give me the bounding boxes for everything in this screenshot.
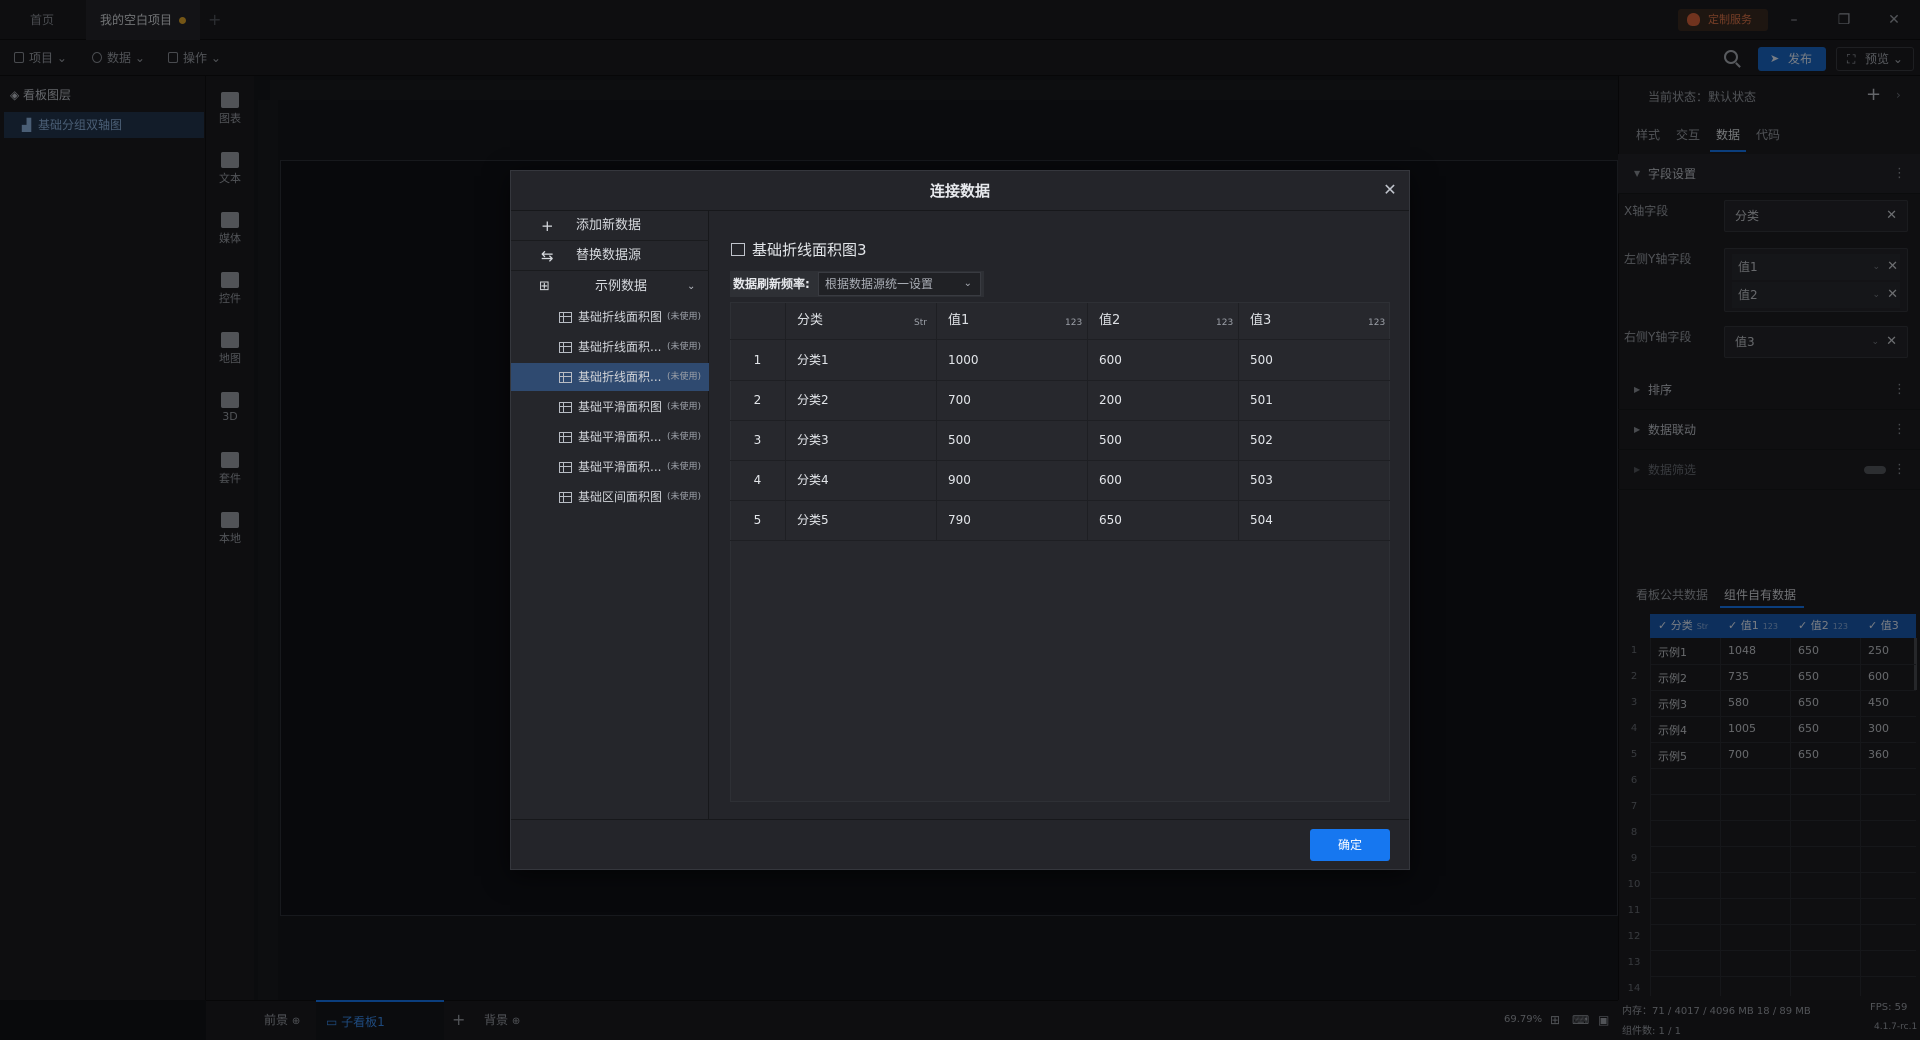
swap-icon: ⇆ <box>541 247 554 265</box>
modal-title: 连接数据 <box>929 182 990 200</box>
data-source-label: 基础折线面积图 <box>578 310 663 324</box>
usage-tag: (未使用) <box>667 312 702 322</box>
table-icon <box>559 372 572 383</box>
confirm-button[interactable]: 确定 <box>1310 829 1390 861</box>
add-data-button[interactable]: + 添加新数据 <box>511 211 709 241</box>
refresh-rate-select[interactable]: 根据数据源统一设置 ⌄ <box>818 272 981 296</box>
usage-tag: (未使用) <box>667 492 702 502</box>
grid-row-number: 3 <box>753 433 762 447</box>
grid-divider <box>730 460 1390 461</box>
grid-cell[interactable]: 500 <box>948 420 971 460</box>
replace-source-button[interactable]: ⇆ 替换数据源 <box>511 241 709 271</box>
data-grid[interactable] <box>730 302 1390 802</box>
group-label: 示例数据 <box>595 279 648 294</box>
grid-row-number: 1 <box>753 353 762 367</box>
grid-col-type: Str <box>914 318 927 328</box>
grid-col-type: 123 <box>1216 318 1234 328</box>
grid-cell[interactable]: 200 <box>1099 380 1122 420</box>
table-icon <box>559 402 572 413</box>
grid-row-number: 5 <box>753 513 762 527</box>
grid-cell[interactable]: 分类3 <box>797 420 829 460</box>
grid-divider <box>730 540 1390 541</box>
sample-data-group[interactable]: ⊞ 示例数据 ⌄ <box>511 272 709 302</box>
data-source-label: 基础平滑面积图 <box>578 400 663 414</box>
data-source-item[interactable]: 基础平滑面积... (未使用) <box>511 423 709 451</box>
table-icon <box>559 492 572 503</box>
table-icon: ⊞ <box>539 279 550 294</box>
grid-cell[interactable]: 600 <box>1099 340 1122 380</box>
grid-row-number: 2 <box>753 393 762 407</box>
data-source-label: 基础区间面积图 <box>578 490 663 504</box>
dataset-title: 基础折线面积图3 <box>752 241 867 259</box>
grid-divider <box>730 380 1390 381</box>
grid-divider <box>730 420 1390 421</box>
data-source-label: 基础平滑面积... <box>578 430 662 444</box>
grid-cell[interactable]: 分类4 <box>797 460 829 500</box>
grid-cell[interactable]: 1000 <box>948 340 979 380</box>
data-source-item[interactable]: 基础折线面积图 (未使用) <box>511 303 709 331</box>
grid-divider <box>730 339 1390 340</box>
grid-divider <box>730 500 1390 501</box>
grid-cell[interactable]: 650 <box>1099 500 1122 540</box>
data-source-item[interactable]: 基础折线面积... (未使用) <box>511 333 709 361</box>
grid-col-header[interactable]: 值3 <box>1250 303 1271 339</box>
grid-col-header[interactable]: 值2 <box>1099 303 1120 339</box>
table-icon <box>559 462 572 473</box>
grid-col-type: 123 <box>1065 318 1083 328</box>
grid-cell[interactable]: 600 <box>1099 460 1122 500</box>
chevron-down-icon: ⌄ <box>963 278 972 289</box>
grid-col-header[interactable]: 分类 <box>797 303 823 339</box>
grid-row-number: 4 <box>753 473 762 487</box>
grid-cell[interactable]: 700 <box>948 380 971 420</box>
table-icon <box>559 312 572 323</box>
usage-tag: (未使用) <box>667 432 702 442</box>
data-source-label: 基础平滑面积... <box>578 460 662 474</box>
usage-tag: (未使用) <box>667 402 702 412</box>
grid-cell[interactable]: 分类1 <box>797 340 829 380</box>
plus-icon: + <box>541 217 554 235</box>
close-icon[interactable]: ✕ <box>1380 180 1400 200</box>
table-icon <box>559 432 572 443</box>
data-source-item[interactable]: 基础折线面积... (未使用) <box>511 363 709 391</box>
data-source-item[interactable]: 基础平滑面积图 (未使用) <box>511 393 709 421</box>
grid-cell[interactable]: 900 <box>948 460 971 500</box>
chevron-down-icon[interactable]: ⌄ <box>687 272 695 302</box>
data-source-label: 基础折线面积... <box>578 340 662 354</box>
usage-tag: (未使用) <box>667 462 702 472</box>
data-source-item[interactable]: 基础平滑面积... (未使用) <box>511 453 709 481</box>
grid-cell[interactable]: 790 <box>948 500 971 540</box>
refresh-rate-label: 数据刷新频率: <box>733 277 810 291</box>
grid-col-type: 123 <box>1368 318 1386 328</box>
grid-cell[interactable]: 503 <box>1250 460 1273 500</box>
grid-cell[interactable]: 504 <box>1250 500 1273 540</box>
table-icon <box>731 243 745 256</box>
grid-cell[interactable]: 502 <box>1250 420 1273 460</box>
grid-cell[interactable]: 分类2 <box>797 380 829 420</box>
data-source-label: 基础折线面积... <box>578 370 662 384</box>
grid-cell[interactable]: 分类5 <box>797 500 829 540</box>
replace-source-label: 替换数据源 <box>576 248 642 263</box>
grid-col-header[interactable]: 值1 <box>948 303 969 339</box>
grid-cell[interactable]: 500 <box>1099 420 1122 460</box>
usage-tag: (未使用) <box>667 372 702 382</box>
data-source-item[interactable]: 基础区间面积图 (未使用) <box>511 483 709 511</box>
grid-cell[interactable]: 500 <box>1250 340 1273 380</box>
add-data-label: 添加新数据 <box>576 218 642 233</box>
refresh-rate-value: 根据数据源统一设置 <box>825 277 934 291</box>
usage-tag: (未使用) <box>667 342 702 352</box>
table-icon <box>559 342 572 353</box>
grid-cell[interactable]: 501 <box>1250 380 1273 420</box>
modal-footer <box>511 819 1409 869</box>
